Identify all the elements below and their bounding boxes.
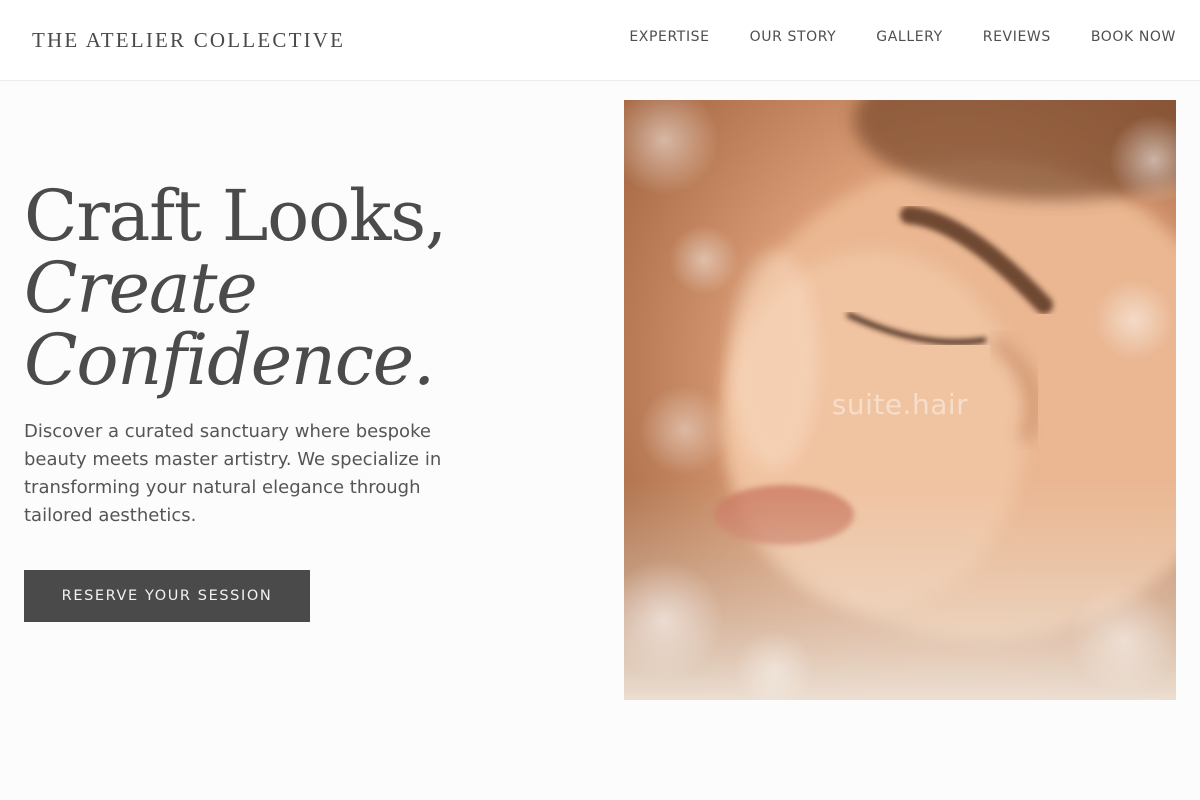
hero-title: Craft Looks, Create Confidence. xyxy=(24,175,447,401)
hero-image: suite.hair xyxy=(624,100,1176,700)
nav-link-expertise[interactable]: EXPERTISE xyxy=(629,29,709,45)
hero-title-line-3: Confidence. xyxy=(24,319,435,401)
hero-title-line-2: Create xyxy=(24,247,258,329)
main-nav: EXPERTISE OUR STORY GALLERY REVIEWS BOOK… xyxy=(629,29,1176,45)
hero-title-line-1: Craft Looks, xyxy=(24,175,447,257)
nav-link-gallery[interactable]: GALLERY xyxy=(876,29,942,45)
brand-logo[interactable]: THE ATELIER COLLECTIVE xyxy=(32,28,345,53)
reserve-session-button[interactable]: RESERVE YOUR SESSION xyxy=(24,570,310,622)
nav-link-our-story[interactable]: OUR STORY xyxy=(750,29,837,45)
site-header: THE ATELIER COLLECTIVE EXPERTISE OUR STO… xyxy=(0,0,1200,81)
nav-link-reviews[interactable]: REVIEWS xyxy=(983,29,1051,45)
nav-link-book-now[interactable]: BOOK NOW xyxy=(1091,29,1176,45)
hero-description: Discover a curated sanctuary where bespo… xyxy=(24,421,442,526)
image-watermark: suite.hair xyxy=(831,388,969,421)
